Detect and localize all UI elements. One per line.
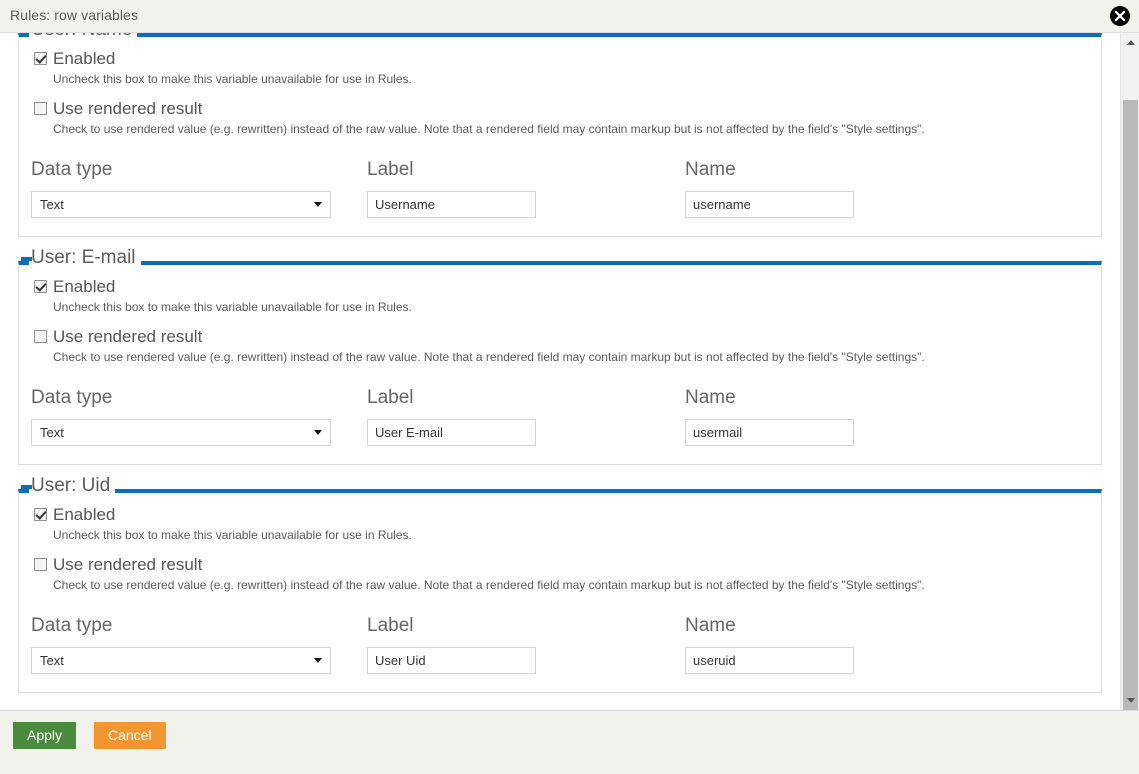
chevron-up-icon[interactable] — [1121, 33, 1139, 51]
data-type-select[interactable]: Text — [31, 191, 331, 218]
name-column: Name — [685, 159, 985, 218]
fieldset-legend: User: Name — [29, 33, 138, 40]
use-rendered-result-checkbox[interactable] — [34, 102, 47, 115]
fieldset-legend: User: E-mail — [21, 248, 141, 268]
enabled-checkbox[interactable] — [34, 52, 47, 65]
data-type-column: Data type Text — [31, 615, 367, 674]
cancel-button[interactable]: Cancel — [94, 722, 166, 749]
label-column: Label — [367, 387, 685, 446]
name-title: Name — [685, 387, 736, 408]
field-settings-row: Data type Text Label Name — [31, 159, 1101, 218]
name-input[interactable] — [685, 191, 854, 218]
data-type-title: Data type — [31, 159, 113, 180]
use-rendered-result-checkbox-row[interactable]: Use rendered result — [34, 555, 1101, 574]
sections-container: User: Name Enabled Uncheck this box to m… — [0, 33, 1120, 693]
label-input[interactable] — [367, 647, 536, 674]
data-type-column: Data type Text — [31, 159, 367, 218]
enabled-label[interactable]: Enabled — [53, 505, 115, 524]
dialog-body-scrollarea: User: Name Enabled Uncheck this box to m… — [0, 33, 1120, 710]
enabled-description: Uncheck this box to make this variable u… — [53, 72, 412, 86]
chevron-down-icon[interactable] — [1121, 692, 1139, 710]
field-settings-row: Data type Text Label Name — [31, 387, 1101, 446]
label-column: Label — [367, 615, 685, 674]
label-column: Label — [367, 159, 685, 218]
label-title: Label — [367, 159, 414, 180]
scrollbar-thumb[interactable] — [1123, 100, 1138, 712]
close-icon[interactable] — [1109, 5, 1131, 27]
enabled-checkbox[interactable] — [34, 508, 47, 521]
dialog-title: Rules: row variables — [10, 7, 139, 23]
enabled-checkbox-row[interactable]: Enabled — [34, 49, 1101, 68]
enabled-label[interactable]: Enabled — [53, 49, 115, 68]
data-type-title: Data type — [31, 615, 113, 636]
use-rendered-result-description: Check to use rendered value (e.g. rewrit… — [53, 578, 925, 592]
apply-button[interactable]: Apply — [13, 722, 77, 749]
use-rendered-result-label[interactable]: Use rendered result — [53, 327, 202, 346]
variable-fieldset: User: Uid Enabled Uncheck this box to ma… — [18, 476, 1102, 693]
use-rendered-result-label[interactable]: Use rendered result — [53, 555, 202, 574]
enabled-checkbox[interactable] — [34, 280, 47, 293]
data-type-title: Data type — [31, 387, 113, 408]
enabled-description: Uncheck this box to make this variable u… — [53, 528, 412, 542]
rules-row-variables-dialog: Rules: row variables User: Name Enabled … — [0, 0, 1139, 774]
name-column: Name — [685, 615, 985, 674]
name-title: Name — [685, 615, 736, 636]
label-input[interactable] — [367, 191, 536, 218]
enabled-checkbox-row[interactable]: Enabled — [34, 277, 1101, 296]
use-rendered-result-checkbox[interactable] — [34, 558, 47, 571]
use-rendered-result-checkbox[interactable] — [34, 330, 47, 343]
label-title: Label — [367, 615, 414, 636]
use-rendered-result-description: Check to use rendered value (e.g. rewrit… — [53, 122, 925, 136]
use-rendered-result-checkbox-row[interactable]: Use rendered result — [34, 99, 1101, 118]
label-input[interactable] — [367, 419, 536, 446]
variable-fieldset: User: E-mail Enabled Uncheck this box to… — [18, 248, 1102, 465]
data-type-select[interactable]: Text — [31, 647, 331, 674]
dialog-titlebar: Rules: row variables — [0, 0, 1139, 33]
field-settings-row: Data type Text Label Name — [31, 615, 1101, 674]
name-input[interactable] — [685, 647, 854, 674]
name-title: Name — [685, 159, 736, 180]
enabled-description: Uncheck this box to make this variable u… — [53, 300, 412, 314]
variable-fieldset: User: Name Enabled Uncheck this box to m… — [18, 33, 1102, 237]
name-input[interactable] — [685, 419, 854, 446]
use-rendered-result-description: Check to use rendered value (e.g. rewrit… — [53, 350, 925, 364]
vertical-scrollbar[interactable] — [1120, 33, 1139, 712]
enabled-label[interactable]: Enabled — [53, 277, 115, 296]
label-title: Label — [367, 387, 414, 408]
dialog-footer: Apply Cancel CSS class: None — [0, 710, 1139, 774]
enabled-checkbox-row[interactable]: Enabled — [34, 505, 1101, 524]
name-column: Name — [685, 387, 985, 446]
data-type-column: Data type Text — [31, 387, 367, 446]
data-type-select[interactable]: Text — [31, 419, 331, 446]
fieldset-legend: User: Uid — [20, 476, 116, 496]
use-rendered-result-checkbox-row[interactable]: Use rendered result — [34, 327, 1101, 346]
use-rendered-result-label[interactable]: Use rendered result — [53, 99, 202, 118]
